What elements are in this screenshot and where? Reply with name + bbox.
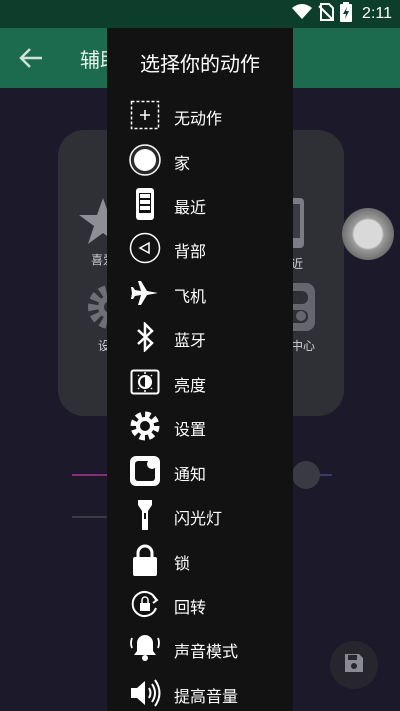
status-bar: 2:11 [0,0,400,28]
option-label: 飞机 [174,287,207,306]
option-brightness[interactable]: 亮度 [107,360,293,404]
bluetooth-icon [129,321,161,353]
option-volume-up[interactable]: 提高音量 [107,671,293,711]
flashlight-icon [129,499,161,531]
dashed-plus-icon [129,99,161,131]
action-chooser-dialog: 选择你的动作 无动作 家 最近 背部 飞机 蓝牙 亮度 设置 通知 闪光灯 锁 … [107,28,293,711]
status-time: 2:11 [362,5,392,22]
option-lock[interactable]: 锁 [107,538,293,582]
option-label: 闪光灯 [174,509,223,528]
battery-charging-icon [340,2,353,26]
status-icons: 2:11 [292,2,392,26]
assistive-touch-ball[interactable] [342,208,394,260]
option-flashlight[interactable]: 闪光灯 [107,493,293,537]
option-notification[interactable]: 通知 [107,449,293,493]
option-sound-mode[interactable]: 声音模式 [107,626,293,670]
option-label: 通知 [174,465,207,484]
size-slider-knob[interactable] [292,461,320,489]
rotate-lock-icon [129,588,161,620]
lock-icon [129,544,161,576]
option-no-action[interactable]: 无动作 [107,93,293,137]
volume-up-icon [129,677,161,709]
home-circle-icon [129,144,161,176]
option-recent[interactable]: 最近 [107,182,293,226]
option-back[interactable]: 背部 [107,226,293,270]
option-label: 设置 [174,420,207,439]
option-label: 亮度 [174,376,207,395]
gear-icon [129,410,161,442]
option-home[interactable]: 家 [107,138,293,182]
option-settings[interactable]: 设置 [107,404,293,448]
airplane-icon [129,277,161,309]
back-arrow-icon[interactable] [18,46,44,70]
dialog-title: 选择你的动作 [140,52,260,76]
option-label: 背部 [174,242,207,261]
option-airplane[interactable]: 飞机 [107,271,293,315]
option-label: 提高音量 [174,687,239,706]
option-bluetooth[interactable]: 蓝牙 [107,315,293,359]
option-label: 家 [174,154,191,173]
save-button[interactable] [330,641,378,689]
save-icon [343,652,365,678]
notification-icon [129,455,161,487]
phone-recent-icon [129,188,161,220]
option-label: 锁 [174,554,191,573]
option-label: 蓝牙 [174,331,207,350]
wifi-icon [292,4,313,24]
brightness-icon [129,366,161,398]
no-sim-icon [318,3,335,25]
back-triangle-icon [129,232,161,264]
option-label: 声音模式 [174,642,239,661]
option-label: 最近 [174,198,207,217]
option-rotate[interactable]: 回转 [107,582,293,626]
ringer-bell-icon [129,632,161,664]
option-label: 无动作 [174,109,223,128]
option-label: 回转 [174,598,207,617]
